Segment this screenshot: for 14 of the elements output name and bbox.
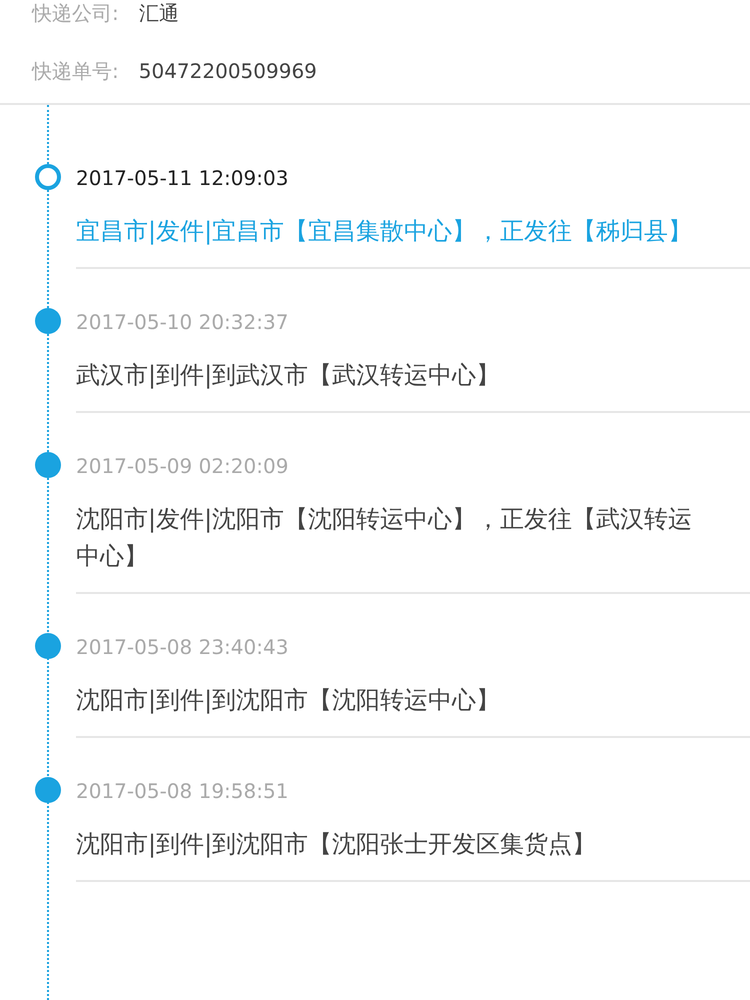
event-description: 宜昌市|发件|宜昌市【宜昌集散中心】，正发往【秭归县】 bbox=[76, 216, 694, 247]
field-label: 快递单号: bbox=[32, 58, 119, 84]
event-description: 沈阳市|发件|沈阳市【沈阳转运中心】，正发往【武汉转运中心】 bbox=[76, 504, 694, 572]
event-time: 2017-05-10 20:32:37 bbox=[76, 309, 290, 336]
event-time: 2017-05-09 02:20:09 bbox=[76, 453, 290, 480]
event-time: 2017-05-11 12:09:03 bbox=[76, 165, 290, 192]
field-label: 快递公司: bbox=[32, 0, 119, 27]
event-description: 武汉市|到件|到武汉市【武汉转运中心】 bbox=[76, 360, 502, 391]
event-description: 沈阳市|到件|到沈阳市【沈阳转运中心】 bbox=[76, 685, 502, 716]
event-time: 2017-05-08 19:58:51 bbox=[76, 778, 290, 805]
field-value: 50472200509969 bbox=[138, 59, 317, 83]
field-value: 汇通 bbox=[138, 0, 179, 27]
event-time: 2017-05-08 23:40:43 bbox=[76, 634, 290, 661]
event-description: 沈阳市|到件|到沈阳市【沈阳张士开发区集货点】 bbox=[76, 829, 598, 860]
